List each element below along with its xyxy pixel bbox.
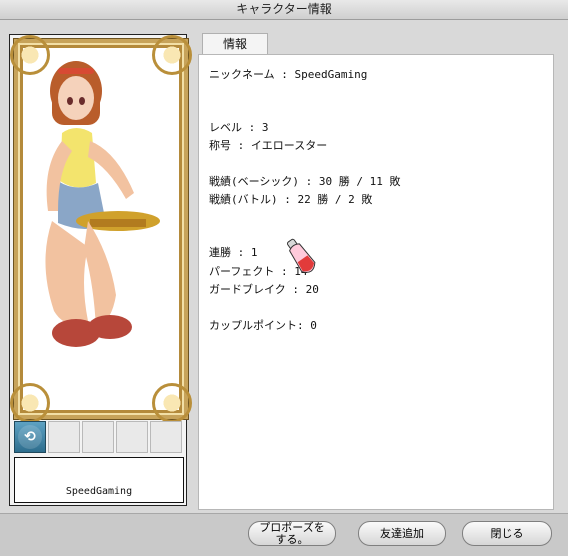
equipment-slots: ⟲ — [14, 421, 182, 453]
window-title-bar: キャラクター情報 — [0, 0, 568, 20]
couple-point-line: カップルポイント: 0 — [209, 319, 317, 332]
close-button-label: 閉じる — [490, 526, 524, 540]
equipment-slot-4[interactable] — [116, 421, 148, 453]
character-name-box: SpeedGaming — [14, 457, 184, 503]
propose-button[interactable]: プロポーズをする。 — [248, 521, 336, 546]
add-friend-button-label: 友達追加 — [380, 526, 424, 540]
character-emblem-icon: ⟲ — [18, 425, 42, 449]
battle-record-line: 戦績(バトル) : 22 勝 / 2 敗 — [209, 193, 373, 206]
tab-info[interactable]: 情報 — [202, 33, 268, 55]
level-line: レベル : 3 — [209, 121, 269, 134]
equipment-slot-2[interactable] — [48, 421, 80, 453]
equipment-slot-3[interactable] — [82, 421, 114, 453]
add-friend-button[interactable]: 友達追加 — [358, 521, 446, 546]
propose-button-label: プロポーズをする。 — [259, 520, 325, 546]
guard-break-line: ガードブレイク : 20 — [209, 283, 319, 296]
emblem-slot[interactable]: ⟲ — [14, 421, 46, 453]
character-portrait-frame — [10, 35, 192, 423]
window-title: キャラクター情報 — [236, 2, 332, 16]
character-name: SpeedGaming — [65, 486, 133, 497]
tab-info-label: 情報 — [222, 37, 247, 51]
character-portrait — [45, 61, 160, 347]
title-line: 称号 : イエロースター — [209, 139, 328, 152]
equipment-slot-5[interactable] — [150, 421, 182, 453]
basic-record-line: 戦績(ベーシック) : 30 勝 / 11 敗 — [209, 175, 401, 188]
perfect-line: パーフェクト : 14 — [209, 265, 308, 278]
nickname-line: ニックネーム : SpeedGaming — [209, 68, 368, 81]
win-streak-line: 連勝 : 1 — [209, 246, 258, 259]
character-info-panel: ニックネーム : SpeedGaming レベル : 3 称号 : イエロースタ… — [198, 54, 554, 510]
footer-bar: プロポーズをする。 友達追加 閉じる — [0, 513, 568, 556]
character-panel: ⟲ SpeedGaming — [9, 34, 192, 506]
close-button[interactable]: 閉じる — [462, 521, 552, 546]
